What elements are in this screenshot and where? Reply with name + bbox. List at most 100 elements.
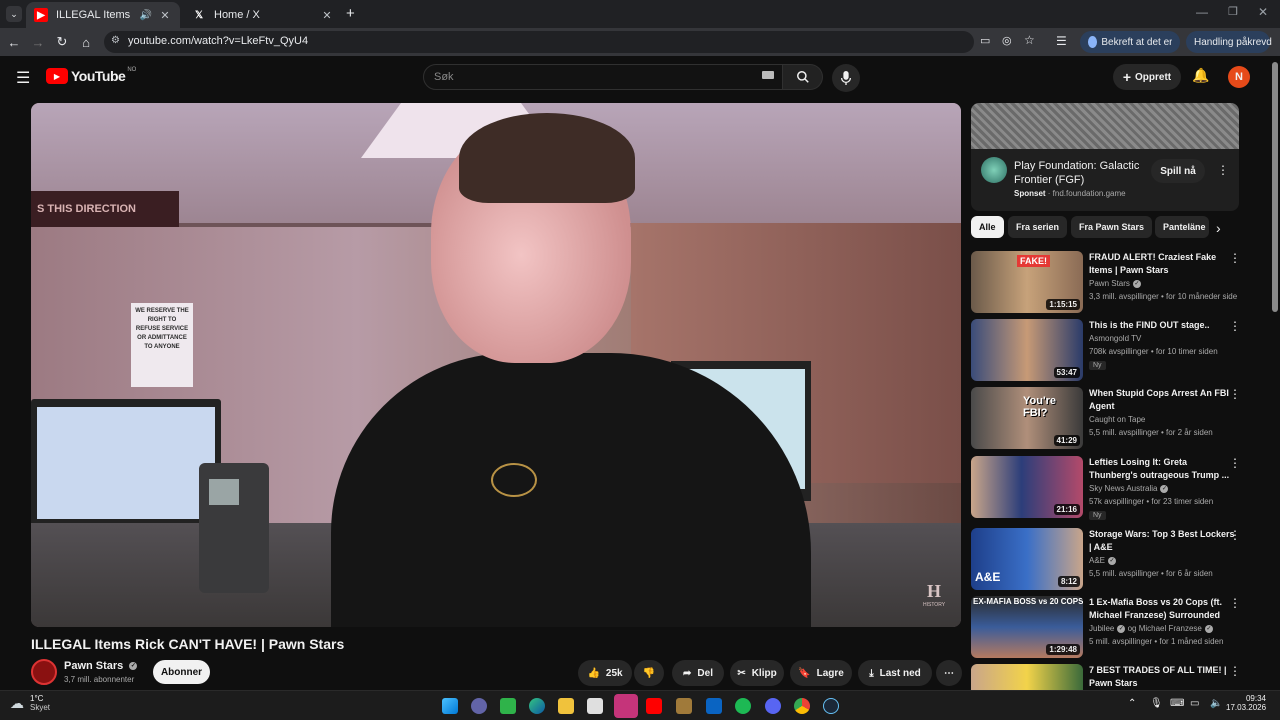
duration-badge: 21:16: [1053, 504, 1080, 515]
ad-menu-icon[interactable]: ⋮: [1217, 163, 1229, 177]
steam-icon[interactable]: [823, 698, 839, 714]
avatar[interactable]: N: [1228, 66, 1250, 88]
edge-icon[interactable]: [529, 698, 545, 714]
notifications-bell-icon[interactable]: 🔔: [1192, 67, 1209, 84]
list-item[interactable]: 7 BEST TRADES OF ALL TIME! | Pawn Stars …: [971, 664, 1261, 690]
sponsored-ad-card[interactable]: Play Foundation: Galactic Frontier (FGF)…: [971, 103, 1239, 211]
teams-icon[interactable]: [471, 698, 487, 714]
new-tab-icon[interactable]: +: [346, 5, 355, 22]
network-icon[interactable]: ▭: [1190, 698, 1199, 709]
address-bar[interactable]: ⚙ youtube.com/watch?v=LkeFtv_QyU4 ▭ ◎ ☆: [104, 31, 1035, 53]
file-explorer-icon[interactable]: [558, 698, 574, 714]
discord-icon[interactable]: [765, 698, 781, 714]
chip-label: Fra serien: [1016, 222, 1060, 232]
tracking-off-icon[interactable]: ◎: [1002, 34, 1012, 47]
more-actions-button[interactable]: ⋯: [936, 660, 962, 686]
search-button[interactable]: [783, 64, 823, 90]
app-icon[interactable]: [676, 698, 692, 714]
forward-icon[interactable]: →: [28, 32, 48, 52]
scrollbar-thumb[interactable]: [1272, 62, 1278, 312]
video-thumbnail: EX-MAFIA BOSS vs 20 COPS 1:29:48: [971, 596, 1083, 658]
youtube-app-icon[interactable]: [646, 698, 662, 714]
subscribe-button[interactable]: Abonner: [153, 660, 210, 684]
youtube-favicon-icon: ▶: [34, 8, 48, 22]
like-button[interactable]: 👍 25k: [578, 660, 632, 686]
minimize-icon[interactable]: —: [1196, 5, 1208, 19]
list-item[interactable]: FAKE! 1:15:15 FRAUD ALERT! Craziest Fake…: [971, 251, 1261, 315]
reload-icon[interactable]: ↻: [52, 32, 72, 52]
voice-search-button[interactable]: [832, 64, 860, 92]
download-button[interactable]: ⤓ Last ned: [858, 660, 932, 686]
home-icon[interactable]: ⌂: [76, 32, 96, 52]
chip-pawn[interactable]: Panteläne: [1155, 216, 1209, 238]
clip-button[interactable]: ✂ Klipp: [730, 660, 784, 686]
keyboard-tray-icon[interactable]: ⌨: [1170, 698, 1184, 709]
video-player[interactable]: S THIS DIRECTION WE RESERVE THE RIGHT TO…: [31, 103, 961, 627]
tab-search-button[interactable]: ⌄: [6, 6, 22, 22]
close-window-icon[interactable]: ✕: [1258, 5, 1268, 19]
list-item[interactable]: 21:16 Lefties Losing It: Greta Thunberg'…: [971, 456, 1261, 520]
page-scrollbar[interactable]: [1270, 56, 1280, 690]
chrome-icon[interactable]: [794, 698, 810, 714]
more-vert-icon[interactable]: ⋮: [1229, 251, 1241, 265]
mic-tray-icon[interactable]: 🎙: [1150, 698, 1163, 709]
dislike-button[interactable]: 👎: [634, 660, 664, 686]
close-tab-icon[interactable]: ✕: [158, 9, 172, 22]
back-icon[interactable]: ←: [4, 32, 24, 52]
menu-icon[interactable]: ☰: [16, 68, 30, 88]
more-vert-icon[interactable]: ⋮: [1229, 456, 1241, 470]
list-item[interactable]: A&E 8:12 Storage Wars: Top 3 Best Locker…: [971, 528, 1261, 592]
speaker-icon[interactable]: 🔊: [140, 10, 152, 21]
active-app-icon[interactable]: [614, 694, 638, 718]
profile-verify-pill[interactable]: Bekreft at det er deg: [1080, 31, 1180, 53]
windows-start-icon[interactable]: [442, 698, 458, 714]
list-item[interactable]: EX-MAFIA BOSS vs 20 COPS 1:29:48 1 Ex-Ma…: [971, 596, 1261, 660]
url-text: youtube.com/watch?v=LkeFtv_QyU4: [128, 35, 309, 47]
rec-meta: 5,5 mill. avspillinger • for 2 år siden: [1089, 428, 1213, 437]
weather-widget[interactable]: ☁ 1°C Skyet: [10, 694, 50, 712]
action-required-pill[interactable]: Handling påkrevd ⋮: [1186, 31, 1280, 53]
tab-youtube[interactable]: ▶ ILLEGAL Items Rick CAN'T H 🔊 ✕: [26, 2, 180, 28]
chips-next-icon[interactable]: ›: [1216, 220, 1221, 236]
list-item[interactable]: 53:47 This is the FIND OUT stage.. Asmon…: [971, 319, 1261, 383]
store-icon[interactable]: [587, 698, 603, 714]
more-vert-icon[interactable]: ⋮: [1229, 387, 1241, 401]
save-button[interactable]: 🔖 Lagre: [790, 660, 852, 686]
rec-channel: Pawn Stars ✓: [1089, 279, 1141, 288]
outlook-icon[interactable]: [706, 698, 722, 714]
chevron-up-icon[interactable]: ⌃: [1128, 698, 1136, 709]
more-vert-icon[interactable]: ⋮: [1229, 528, 1241, 542]
close-tab-icon[interactable]: ✕: [320, 9, 334, 22]
more-vert-icon[interactable]: ⋮: [1229, 319, 1241, 333]
chip-label: Panteläne: [1163, 222, 1206, 232]
spotify-icon[interactable]: [735, 698, 751, 714]
bookmark-star-icon[interactable]: ☆: [1024, 33, 1035, 47]
subscribe-label: Abonner: [160, 666, 203, 678]
tab-list-icon[interactable]: ☰: [1056, 34, 1067, 48]
xbox-icon[interactable]: [500, 698, 516, 714]
search-input[interactable]: Søk: [423, 64, 783, 90]
clock[interactable]: 09:34 17.03.2026: [1226, 694, 1266, 712]
channel-avatar[interactable]: [31, 659, 57, 685]
scissors-icon: ✂: [737, 667, 746, 679]
create-button[interactable]: + Opprett: [1113, 64, 1181, 90]
more-vert-icon[interactable]: ⋮: [1229, 664, 1241, 678]
chip-from-series[interactable]: Fra serien: [1008, 216, 1068, 238]
chip-from-channel[interactable]: Fra Pawn Stars: [1071, 216, 1153, 238]
more-vert-icon[interactable]: ⋮: [1229, 596, 1241, 610]
youtube-logo[interactable]: ▶ YouTube NO: [46, 67, 136, 84]
channel-name[interactable]: Pawn Stars ✓: [64, 660, 138, 672]
ad-cta-button[interactable]: Spill nå: [1151, 159, 1205, 183]
tab-x[interactable]: 𝕏 Home / X ✕: [184, 2, 342, 28]
ad-domain: fnd.foundation.game: [1052, 189, 1126, 198]
share-button[interactable]: ➦ Del: [672, 660, 724, 686]
keyboard-icon[interactable]: [762, 71, 774, 79]
restore-icon[interactable]: ❐: [1228, 5, 1238, 18]
volume-icon[interactable]: 🔈: [1210, 698, 1222, 709]
cast-icon[interactable]: ▭: [980, 34, 990, 47]
site-info-icon[interactable]: ⚙: [111, 35, 120, 46]
chip-all[interactable]: Alle: [971, 216, 1004, 238]
list-item[interactable]: You're FBI? 41:29 When Stupid Cops Arres…: [971, 387, 1261, 451]
duration-badge: 1:15:15: [1046, 299, 1080, 310]
plus-icon: +: [1122, 69, 1132, 85]
